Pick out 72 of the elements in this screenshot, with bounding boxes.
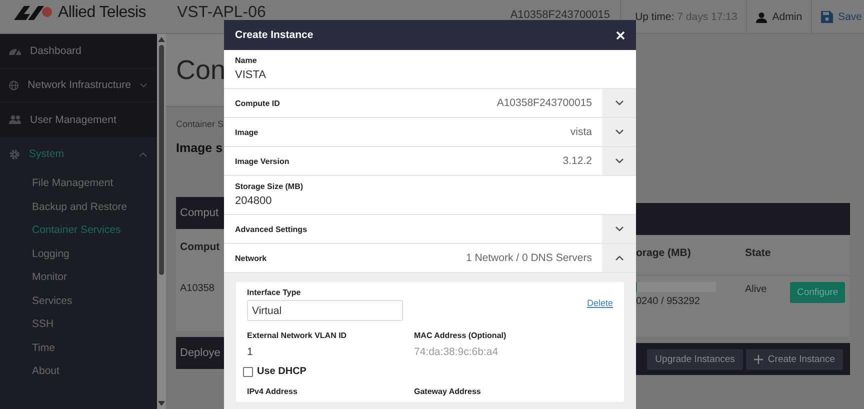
checkbox-label: Use DHCP <box>257 366 306 377</box>
save-button[interactable]: Save <box>838 11 862 23</box>
field-label: IPv4 Address <box>247 387 298 396</box>
field-label: Interface Type <box>247 288 302 297</box>
field-label: Image <box>235 128 258 136</box>
scroll-down-icon <box>158 401 165 406</box>
page-title: Con <box>176 54 226 86</box>
section-title: Image s <box>175 140 224 155</box>
dropdown-toggle[interactable] <box>602 215 636 243</box>
logo-icon <box>14 6 54 20</box>
gear-icon <box>9 148 20 160</box>
column-header: State <box>745 247 771 261</box>
column-header: Comput <box>180 241 221 255</box>
chevron-icon <box>614 255 624 261</box>
field-label: Compute ID <box>235 98 280 108</box>
dropdown-toggle[interactable] <box>602 118 636 146</box>
select-value[interactable]: 1 Network / 0 DNS Servers <box>466 252 602 264</box>
interface-type-field[interactable]: Virtual <box>247 300 403 321</box>
nav-item[interactable]: Network Infrastructure <box>0 68 157 103</box>
input-field[interactable]: VISTA <box>235 69 625 81</box>
close-icon[interactable] <box>616 30 625 40</box>
device-name: VST-APL-06 <box>176 3 267 22</box>
input-field[interactable]: 74:da:38:9c:6b:a4 <box>414 343 506 358</box>
configure-button[interactable]: Configure <box>790 282 846 303</box>
scroll-thumb[interactable] <box>159 45 164 275</box>
serial-number: A10358F243700015 <box>510 8 612 21</box>
brand-name: Allied Telesis <box>58 4 146 22</box>
plus-icon <box>754 354 763 364</box>
save-icon <box>821 11 834 23</box>
panel-header: Deploye <box>176 337 224 369</box>
input-field[interactable]: 1 <box>247 343 414 358</box>
select-value[interactable]: A10358F243700015 <box>496 97 602 109</box>
field-label: Image Version <box>235 156 290 166</box>
chevron-icon <box>140 82 147 88</box>
column-header: orage (MB) <box>636 247 692 261</box>
select-value[interactable]: 3.12.2 <box>562 155 602 167</box>
uptime-label: Up time: <box>635 11 674 23</box>
nav-item[interactable]: Dashboard <box>0 34 157 68</box>
breadcrumb: Container S <box>175 118 224 129</box>
delete-link[interactable]: Delete <box>586 288 613 308</box>
field-label: Network <box>235 254 267 262</box>
toolbar-button[interactable]: Upgrade Instances <box>647 348 743 370</box>
chevron-icon <box>614 129 624 135</box>
table-cell-text: A10358 <box>180 282 216 294</box>
field-label: Gateway Address <box>414 387 481 396</box>
field-label: Advanced Settings <box>235 224 308 234</box>
user-menu[interactable]: Admin <box>772 11 802 23</box>
nav-item[interactable]: User Management <box>0 103 157 138</box>
status-text: Alive <box>745 283 768 295</box>
dropdown-toggle[interactable] <box>602 244 636 272</box>
dialog-title: Create Instance <box>235 29 314 41</box>
chevron-icon <box>614 226 624 232</box>
select-value[interactable]: vista <box>570 126 602 138</box>
field-label: Storage Size (MB) <box>235 182 304 191</box>
user-icon <box>756 12 768 22</box>
toolbar-button[interactable]: Create Instance <box>746 348 843 370</box>
dropdown-toggle[interactable] <box>602 147 636 175</box>
field-label: External Network VLAN ID <box>247 331 348 340</box>
users-icon <box>9 115 21 124</box>
globe-icon <box>9 80 19 91</box>
input-field[interactable]: 204800 <box>235 195 625 207</box>
checkbox[interactable] <box>243 366 253 376</box>
dropdown-toggle[interactable] <box>602 89 636 117</box>
chevron-icon <box>614 100 624 106</box>
table-cell-text: 0240 / 953292 <box>636 296 701 307</box>
chevron-icon <box>139 152 147 157</box>
panel-header: Comput <box>176 197 224 229</box>
scrollbar[interactable] <box>157 34 166 409</box>
scroll-up-icon <box>158 37 165 42</box>
field-label: Name <box>235 56 258 65</box>
chevron-icon <box>614 158 624 164</box>
field-label: MAC Address (Optional) <box>414 331 506 340</box>
